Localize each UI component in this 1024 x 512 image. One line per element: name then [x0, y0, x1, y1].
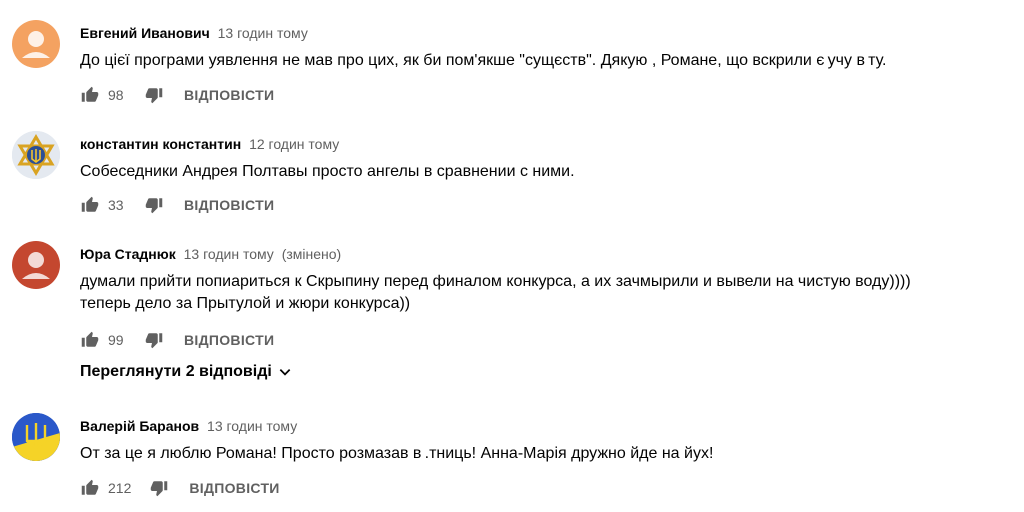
comment-thread: Евгений Иванович 13 годин тому До цієї п… [12, 20, 1012, 110]
comment-actions: 98 ВІДПОВІСТИ [80, 83, 274, 107]
thumb-up-icon[interactable] [80, 330, 100, 350]
avatar[interactable] [12, 413, 60, 461]
person-icon [22, 252, 50, 279]
reply-button[interactable]: ВІДПОВІСТИ [184, 197, 274, 213]
like-count: 212 [108, 480, 132, 496]
trident-emblem-icon [12, 413, 60, 461]
edited-label: (змінено) [281, 246, 342, 262]
reply-button[interactable]: ВІДПОВІСТИ [189, 480, 279, 496]
comment-text: От за це я люблю Романа! Просто розмазав… [80, 445, 714, 462]
comment-header: Юра Стаднюк 13 годин тому (змінено) [80, 245, 341, 263]
thumb-down-icon[interactable] [149, 478, 169, 498]
chevron-down-icon [279, 369, 291, 376]
comment-thread: Валерій Баранов 13 годин тому От за це я… [12, 413, 1012, 503]
comment-text: думали прийти попиариться к Скрыпину пер… [80, 271, 1000, 315]
comment-author[interactable]: Юра Стаднюк [80, 246, 176, 262]
like-count: 33 [108, 197, 124, 213]
comment-time[interactable]: 13 годин тому [218, 25, 308, 41]
comment-author[interactable]: константин константин [80, 136, 241, 152]
like-count: 99 [108, 332, 124, 348]
thumb-up-icon[interactable] [80, 478, 100, 498]
reply-button[interactable]: ВІДПОВІСТИ [184, 87, 274, 103]
comment-text: До цієї програми уявлення не мав про цих… [80, 52, 887, 69]
comment-time[interactable]: 13 годин тому [184, 246, 274, 262]
comment-header: Евгений Иванович 13 годин тому [80, 24, 308, 42]
comment-thread: Юра Стаднюк 13 годин тому (змінено) дума… [12, 241, 1012, 391]
comment-text-line: теперь дело за Прытулой и жюри конкурса)… [80, 295, 411, 312]
comment-text: Собеседники Андрея Полтавы просто ангелы… [80, 163, 575, 180]
thumb-up-icon[interactable] [80, 85, 100, 105]
star-emblem-icon [12, 131, 60, 179]
comment-actions: 212 ВІДПОВІСТИ [80, 476, 280, 500]
avatar[interactable] [12, 131, 60, 179]
thumb-down-icon[interactable] [144, 195, 164, 215]
person-icon [22, 31, 50, 58]
thumb-down-icon[interactable] [144, 330, 164, 350]
comment-header: Валерій Баранов 13 годин тому [80, 417, 297, 435]
view-replies-button[interactable]: Переглянути 2 відповіді [80, 363, 292, 381]
thumb-up-icon[interactable] [80, 195, 100, 215]
comment-time[interactable]: 13 годин тому [207, 418, 297, 434]
comment-author[interactable]: Евгений Иванович [80, 25, 210, 41]
comment-actions: 99 ВІДПОВІСТИ [80, 328, 274, 352]
comment-header: константин константин 12 годин тому [80, 135, 339, 153]
avatar[interactable] [12, 241, 60, 289]
comment-actions: 33 ВІДПОВІСТИ [80, 193, 274, 217]
comment-text-line: думали прийти попиариться к Скрыпину пер… [80, 273, 911, 290]
comment-author[interactable]: Валерій Баранов [80, 418, 199, 434]
view-replies-label: Переглянути 2 відповіді [80, 363, 272, 380]
avatar[interactable] [12, 20, 60, 68]
like-count: 98 [108, 87, 124, 103]
reply-button[interactable]: ВІДПОВІСТИ [184, 332, 274, 348]
comment-thread: константин константин 12 годин тому Собе… [12, 131, 1012, 221]
comment-time[interactable]: 12 годин тому [249, 136, 339, 152]
thumb-down-icon[interactable] [144, 85, 164, 105]
